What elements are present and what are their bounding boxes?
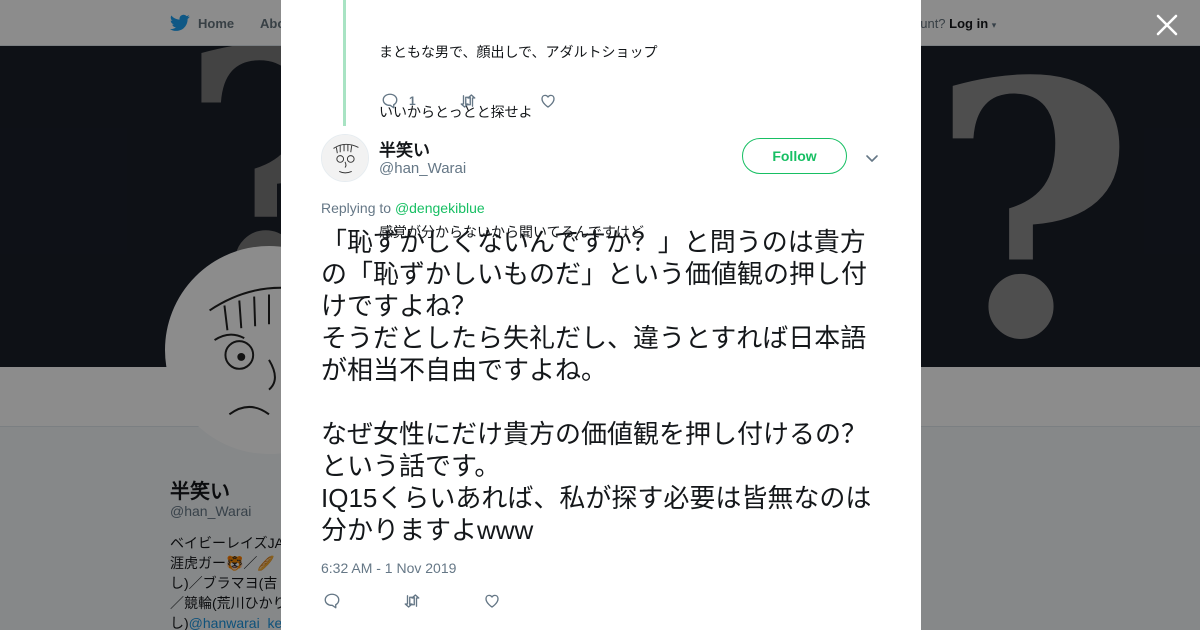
author-avatar[interactable] (321, 134, 369, 182)
retweet-button[interactable] (459, 92, 539, 110)
thread-connector-line (343, 0, 346, 126)
like-button[interactable] (539, 92, 567, 110)
like-button[interactable] (483, 592, 511, 610)
author-handle[interactable]: @han_Warai (379, 160, 466, 177)
tweet-modal: まともな男で、顔出しで、アダルトショップ いいからとっとと探せよ 感覚が分からな… (281, 0, 921, 630)
tweet-text: 「恥ずかしくないんですか？」と問うのは貴方の「恥ずかしいものだ」という価値観の押… (321, 227, 872, 545)
retweet-button[interactable] (403, 592, 483, 610)
tweet-timestamp[interactable]: 6:32 AM - 1 Nov 2019 (321, 560, 456, 576)
tweet-actions (323, 592, 511, 610)
reply-icon (382, 93, 398, 109)
author-name[interactable]: 半笑い (379, 136, 430, 161)
retweet-icon (460, 94, 476, 108)
replying-prefix: Replying to (321, 200, 392, 216)
previous-tweet-actions: 1 (381, 92, 567, 110)
reply-count: 1 (409, 94, 416, 108)
reply-icon (324, 593, 340, 609)
reply-button[interactable]: 1 (381, 92, 459, 110)
retweet-icon (404, 594, 420, 608)
previous-tweet-line: まともな男で、顔出しで、アダルトショップ (379, 44, 658, 60)
chevron-down-icon[interactable] (864, 150, 880, 166)
reply-button[interactable] (323, 592, 403, 610)
follow-button[interactable]: Follow (742, 138, 847, 174)
face-drawing-icon (322, 135, 368, 181)
close-icon[interactable] (1154, 12, 1180, 38)
heart-icon (485, 594, 499, 608)
replying-to-line: Replying to @dengekiblue (321, 200, 485, 216)
replying-handle-link[interactable]: @dengekiblue (395, 200, 485, 216)
heart-icon (541, 94, 555, 108)
